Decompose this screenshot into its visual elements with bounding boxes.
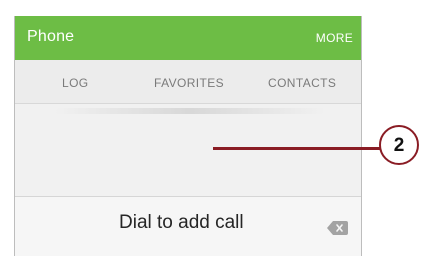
tab-contacts[interactable]: CONTACTS	[268, 76, 336, 90]
phone-screen: Phone MORE LOG FAVORITES CONTACTS Dial t…	[14, 16, 362, 256]
more-button[interactable]: MORE	[316, 31, 353, 45]
callout-marker: 2	[379, 125, 419, 165]
dial-prompt: Dial to add call	[119, 212, 244, 233]
app-title: Phone	[27, 28, 75, 45]
faded-list-row	[55, 108, 325, 114]
tab-favorites[interactable]: FAVORITES	[154, 76, 224, 90]
tab-bar: LOG FAVORITES CONTACTS	[15, 60, 361, 104]
callout-number: 2	[393, 135, 405, 156]
number-display-area[interactable]	[15, 104, 361, 196]
dial-input-area[interactable]: Dial to add call	[15, 197, 361, 256]
app-bar: Phone MORE	[15, 16, 361, 60]
tab-log[interactable]: LOG	[62, 76, 89, 90]
backspace-icon[interactable]	[327, 221, 348, 235]
callout-line	[213, 147, 380, 150]
